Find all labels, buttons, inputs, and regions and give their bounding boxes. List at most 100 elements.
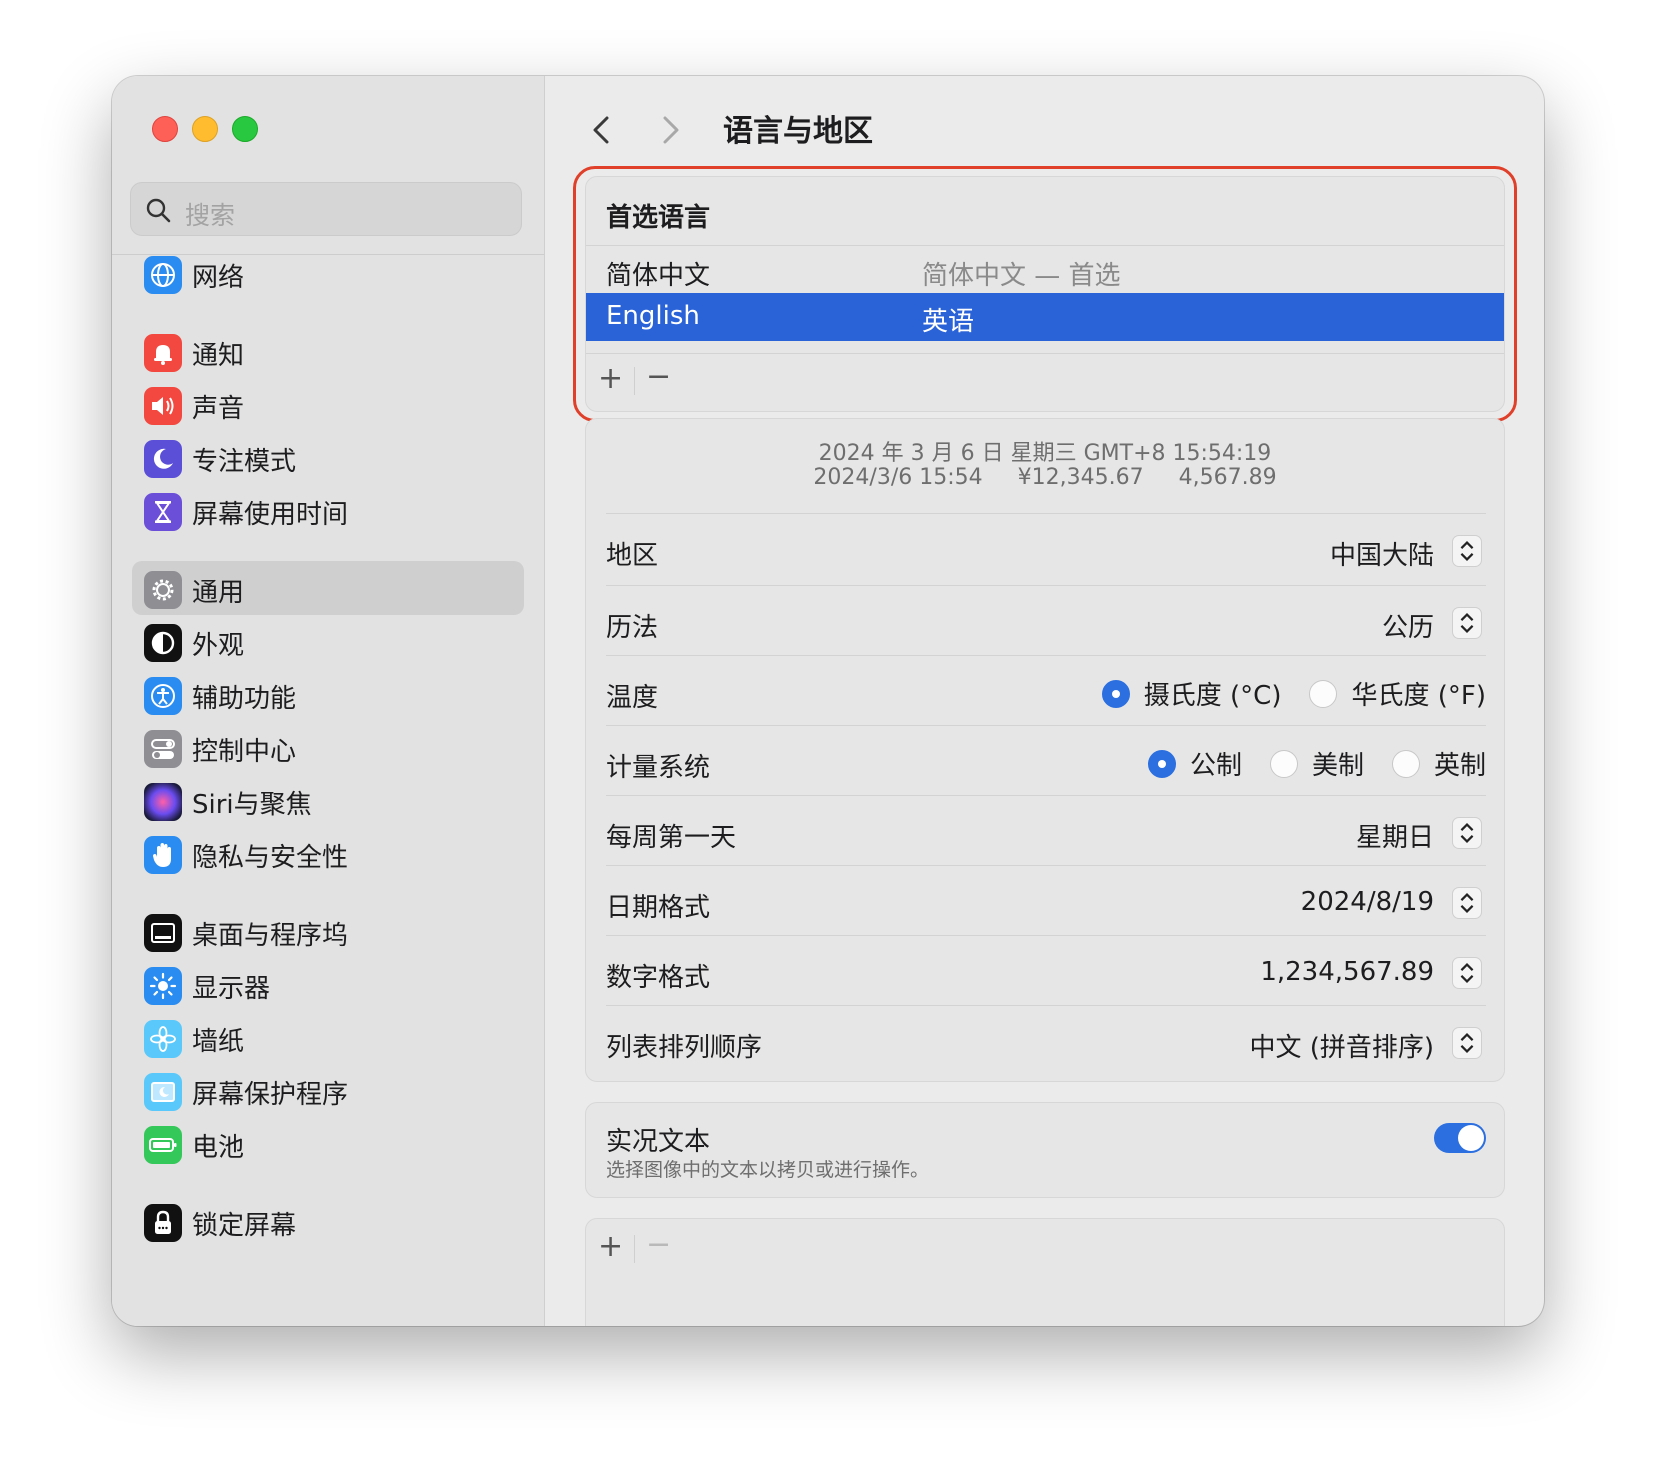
search-placeholder: 搜索 (185, 201, 236, 230)
temperature-label: 温度 (606, 683, 659, 713)
sidebar-item-privacy[interactable]: 隐私与安全性 (132, 826, 524, 880)
sidebar-item-label: 通用 (192, 578, 245, 608)
date-format-label: 日期格式 (606, 893, 711, 923)
gear-icon (144, 571, 182, 609)
sidebar: 搜索 网络 通知 声音 专注模式 屏幕使用时间 通用 外观 辅助功能 控制中心 … (112, 76, 545, 1326)
sidebar-item-label: 通知 (192, 341, 245, 371)
radio-label: 英制 (1433, 751, 1486, 781)
fahrenheit-radio[interactable]: 华氏度 (°F) (1309, 675, 1486, 712)
sidebar-item-label: 声音 (192, 394, 245, 424)
calendar-label: 历法 (606, 613, 659, 643)
sidebar-item-desktop-dock[interactable]: 桌面与程序坞 (132, 904, 524, 958)
updown-chevron-icon[interactable] (1452, 817, 1482, 849)
metric-radio[interactable]: 公制 (1147, 745, 1242, 782)
divider (606, 655, 1486, 656)
calendar-value[interactable]: 公历 (1382, 607, 1434, 644)
sidebar-item-displays[interactable]: 显示器 (132, 957, 524, 1011)
highlight-annotation (573, 166, 1517, 422)
search-icon (146, 198, 171, 223)
switches-icon (144, 730, 182, 768)
battery-icon (144, 1126, 182, 1164)
speaker-icon (144, 387, 182, 425)
sidebar-item-siri[interactable]: Siri与聚焦 (132, 773, 524, 827)
sidebar-item-screensaver[interactable]: 屏幕保护程序 (132, 1063, 524, 1117)
sidebar-item-label: Siri与聚焦 (192, 790, 312, 820)
divider (606, 795, 1486, 796)
updown-chevron-icon[interactable] (1452, 957, 1482, 989)
divider (634, 1235, 635, 1263)
uk-radio[interactable]: 英制 (1391, 745, 1486, 782)
updown-chevron-icon[interactable] (1452, 1027, 1482, 1059)
sidebar-item-focus[interactable]: 专注模式 (132, 430, 524, 484)
sidebar-item-appearance[interactable]: 外观 (132, 614, 524, 668)
sidebar-item-label: 桌面与程序坞 (192, 921, 349, 951)
sidebar-item-sound[interactable]: 声音 (132, 377, 524, 431)
sidebar-item-wallpaper[interactable]: 墙纸 (132, 1010, 524, 1064)
sidebar-item-label: 网络 (192, 263, 245, 293)
radio-dot[interactable] (1309, 679, 1338, 708)
sidebar-item-label: 屏幕使用时间 (192, 500, 349, 530)
sidebar-item-general[interactable]: 通用 (132, 561, 524, 615)
sidebar-item-network[interactable]: 网络 (132, 246, 524, 300)
preview-currency: ¥12,345.67 (1017, 465, 1144, 490)
sidebar-item-label: 锁定屏幕 (192, 1211, 297, 1241)
first-day-value[interactable]: 星期日 (1356, 817, 1434, 854)
region-value[interactable]: 中国大陆 (1330, 535, 1434, 572)
preview-date: 2024/3/6 15:54 (813, 465, 983, 490)
sidebar-item-label: 墙纸 (192, 1027, 245, 1057)
dock-icon (144, 914, 182, 952)
number-format-value[interactable]: 1,234,567.89 (1260, 957, 1434, 987)
temperature-radio-group: 摄氏度 (°C) 华氏度 (°F) (1074, 675, 1486, 712)
add-button[interactable]: + (598, 1229, 623, 1264)
sidebar-item-label: 专注模式 (192, 447, 297, 477)
close-window-button[interactable] (152, 116, 178, 142)
measurement-row: 计量系统 公制 美制 英制 (606, 727, 1486, 797)
measurement-radio-group: 公制 美制 英制 (1120, 745, 1486, 782)
updown-chevron-icon[interactable] (1452, 607, 1482, 639)
radio-dot-selected[interactable] (1147, 749, 1176, 778)
flower-icon (144, 1020, 182, 1058)
sidebar-item-control-center[interactable]: 控制中心 (132, 720, 524, 774)
us-radio[interactable]: 美制 (1269, 745, 1364, 782)
region-row[interactable]: 地区 中国大陆 (606, 515, 1486, 585)
forward-chevron-icon[interactable] (649, 110, 689, 150)
radio-dot[interactable] (1269, 749, 1298, 778)
updown-chevron-icon[interactable] (1452, 887, 1482, 919)
list-sort-row[interactable]: 列表排列顺序 中文 (拼音排序) (606, 1007, 1486, 1077)
radio-dot[interactable] (1391, 749, 1420, 778)
sidebar-item-notifications[interactable]: 通知 (132, 324, 524, 378)
divider (606, 1005, 1486, 1006)
first-day-row[interactable]: 每周第一天 星期日 (606, 797, 1486, 867)
sidebar-item-label: 电池 (192, 1133, 245, 1163)
zoom-window-button[interactable] (232, 116, 258, 142)
sidebar-item-screen-time[interactable]: 屏幕使用时间 (132, 483, 524, 537)
format-preview-long: 2024 年 3 月 6 日 星期三 GMT+8 15:54:19 (818, 441, 1272, 466)
radio-dot-selected[interactable] (1101, 679, 1130, 708)
toggle-knob (1458, 1125, 1484, 1151)
calendar-row[interactable]: 历法 公历 (606, 587, 1486, 657)
moon-icon (144, 440, 182, 478)
region-settings-panel: 2024 年 3 月 6 日 星期三 GMT+8 15:54:19 2024/3… (585, 418, 1505, 1082)
measurement-label: 计量系统 (606, 753, 711, 783)
sidebar-item-lock-screen[interactable]: 锁定屏幕 (132, 1194, 524, 1248)
sidebar-item-accessibility[interactable]: 辅助功能 (132, 667, 524, 721)
sidebar-item-battery[interactable]: 电池 (132, 1116, 524, 1170)
first-day-label: 每周第一天 (606, 823, 737, 853)
sidebar-item-label: 屏幕保护程序 (192, 1080, 349, 1110)
sidebar-search[interactable]: 搜索 (130, 182, 522, 236)
radio-label: 美制 (1311, 751, 1364, 781)
updown-chevron-icon[interactable] (1452, 535, 1482, 567)
divider (606, 513, 1486, 514)
back-chevron-icon[interactable] (583, 110, 623, 150)
number-format-label: 数字格式 (606, 963, 711, 993)
remove-button[interactable]: − (646, 1227, 671, 1262)
list-sort-value[interactable]: 中文 (拼音排序) (1249, 1027, 1434, 1064)
live-text-toggle[interactable] (1434, 1123, 1486, 1153)
date-format-value[interactable]: 2024/8/19 (1301, 887, 1434, 917)
number-format-row[interactable]: 数字格式 1,234,567.89 (606, 937, 1486, 1007)
celsius-radio[interactable]: 摄氏度 (°C) (1101, 675, 1281, 712)
sidebar-item-label: 控制中心 (192, 737, 297, 767)
minimize-window-button[interactable] (192, 116, 218, 142)
settings-window: 搜索 网络 通知 声音 专注模式 屏幕使用时间 通用 外观 辅助功能 控制中心 … (112, 76, 1544, 1326)
date-format-row[interactable]: 日期格式 2024/8/19 (606, 867, 1486, 937)
